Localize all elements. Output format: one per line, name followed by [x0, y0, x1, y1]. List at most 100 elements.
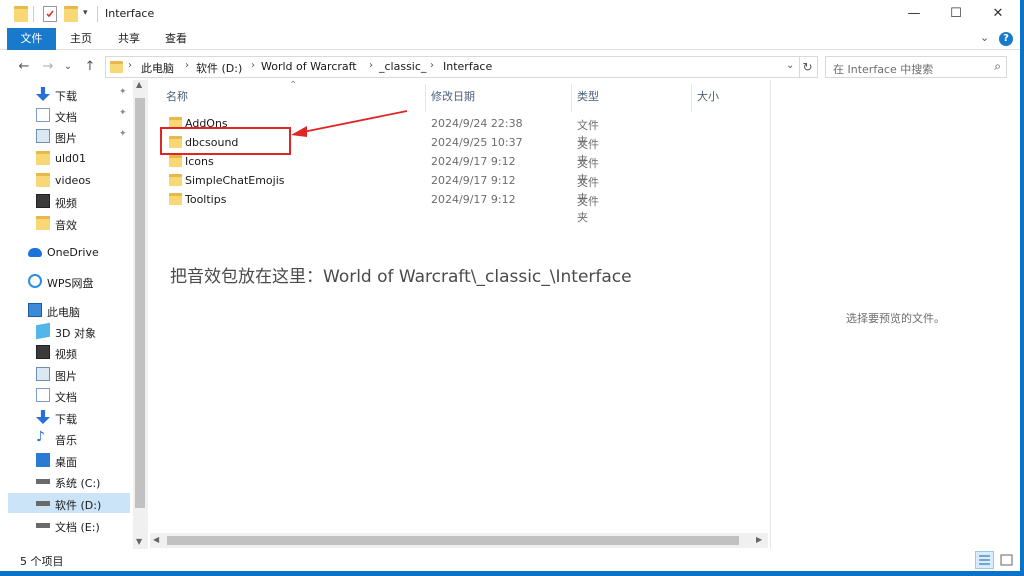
sidebar-item[interactable]: 软件 (D:) — [8, 493, 130, 513]
3d-objects-icon — [36, 322, 50, 340]
sidebar-item-label: 3D 对象 — [55, 327, 96, 340]
forward-arrow-icon[interactable]: → — [38, 57, 58, 77]
file-name: Tooltips — [185, 193, 227, 206]
file-type: 文件夹 — [577, 195, 599, 224]
drive-icon — [36, 523, 50, 528]
column-header-name[interactable]: 名称 — [166, 88, 188, 104]
sidebar-item[interactable]: 3D 对象 — [0, 321, 132, 341]
annotation-text: 把音效包放在这里：World of Warcraft\_classic_\Int… — [170, 267, 632, 287]
sidebar-item[interactable]: 视频 — [0, 342, 132, 362]
file-date: 2024/9/25 10:37 — [431, 136, 523, 149]
sidebar-item-label: 下载 — [55, 90, 77, 103]
refresh-icon[interactable]: ↻ — [798, 56, 818, 78]
search-icon[interactable]: ⌕ — [994, 59, 1001, 74]
minimize-button[interactable]: — — [893, 0, 935, 28]
recent-locations-chevron-icon[interactable]: ⌄ — [58, 57, 78, 77]
file-date: 2024/9/17 9:12 — [431, 193, 516, 206]
close-button[interactable]: ✕ — [977, 0, 1019, 28]
column-divider[interactable] — [571, 84, 572, 112]
sidebar-item-label: 软件 (D:) — [55, 499, 102, 512]
picture-icon — [36, 367, 50, 381]
sidebar-item[interactable]: 下载 — [0, 407, 132, 427]
divider — [33, 6, 34, 22]
customize-dropdown-icon[interactable]: ▾ — [83, 8, 91, 24]
pin-icon: ✦ — [119, 87, 127, 97]
pin-icon: ✦ — [119, 108, 127, 118]
scrollbar-thumb[interactable] — [167, 536, 739, 545]
sidebar-item[interactable]: 图片 — [0, 364, 132, 384]
breadcrumb-separator: › — [251, 60, 255, 71]
sidebar-item[interactable]: uld01 — [0, 148, 132, 168]
details-view-icon[interactable] — [975, 551, 994, 569]
sidebar-item[interactable]: 桌面 — [0, 450, 132, 470]
tab-share[interactable]: 共享 — [106, 28, 152, 50]
file-date: 2024/9/17 9:12 — [431, 155, 516, 168]
address-bar[interactable]: › 此电脑 › 软件 (D:) › World of Warcraft › _c… — [105, 56, 800, 78]
folder-icon — [169, 174, 182, 186]
sidebar-item[interactable]: 音效 — [0, 213, 132, 233]
breadcrumb-interface[interactable]: Interface — [443, 60, 492, 73]
list-item[interactable]: SimpleChatEmojis 2024/9/17 9:12 文件夹 — [164, 171, 604, 205]
highlight-box — [160, 127, 291, 155]
help-icon[interactable]: ? — [999, 32, 1013, 46]
column-header-type[interactable]: 类型 — [577, 88, 599, 104]
sidebar-item-label: 视频 — [55, 197, 77, 210]
maximize-button[interactable]: ☐ — [935, 0, 977, 28]
computer-icon — [28, 303, 42, 317]
sidebar-item[interactable]: 下载 ✦ — [0, 84, 132, 104]
sidebar-item[interactable]: WPS网盘 — [0, 271, 132, 291]
sidebar-item[interactable]: 视频 — [0, 191, 132, 211]
up-arrow-icon[interactable]: ↑ — [80, 57, 100, 77]
sidebar-item-label: 图片 — [55, 370, 77, 383]
address-dropdown-icon[interactable]: ⌄ — [786, 60, 794, 71]
folder-icon — [36, 151, 50, 165]
picture-icon — [36, 129, 50, 143]
pin-icon: ✦ — [119, 129, 127, 139]
status-bar: 5 个项目 — [0, 549, 1020, 571]
scroll-left-icon[interactable]: ◀ — [153, 535, 159, 544]
sidebar-item[interactable]: 此电脑 — [0, 300, 132, 320]
sidebar-item[interactable]: 文档 — [0, 385, 132, 405]
sidebar-item[interactable]: OneDrive — [0, 242, 132, 262]
sidebar-item[interactable]: 文档 (E:) — [0, 515, 132, 535]
properties-icon[interactable] — [43, 6, 57, 22]
chevron-down-icon[interactable]: ⌄ — [980, 31, 989, 44]
sidebar-item[interactable]: ♪ 音乐 — [0, 428, 132, 448]
drive-icon — [36, 501, 50, 506]
preview-message: 选择要预览的文件。 — [846, 312, 945, 325]
sort-ascending-icon: ⌃ — [289, 80, 298, 91]
tab-view[interactable]: 查看 — [153, 28, 199, 50]
breadcrumb-classic[interactable]: _classic_ — [379, 60, 426, 73]
scroll-right-icon[interactable]: ▶ — [756, 535, 762, 544]
sidebar-item[interactable]: 图片 ✦ — [0, 126, 132, 146]
column-header-date[interactable]: 修改日期 — [431, 88, 475, 104]
column-header-size[interactable]: 大小 — [697, 88, 719, 104]
sidebar-item[interactable]: videos — [0, 170, 132, 190]
breadcrumb-world-of-warcraft[interactable]: World of Warcraft — [261, 60, 357, 73]
back-arrow-icon[interactable]: ← — [14, 57, 34, 77]
sidebar-item[interactable]: 系统 (C:) — [0, 471, 132, 491]
list-item[interactable]: Tooltips 2024/9/17 9:12 文件夹 — [164, 190, 604, 224]
sidebar-item-label: OneDrive — [47, 246, 99, 259]
new-folder-icon[interactable] — [64, 6, 78, 22]
large-icons-view-icon[interactable] — [997, 551, 1016, 569]
tab-home[interactable]: 主页 — [58, 28, 104, 50]
sidebar-item[interactable]: 文档 ✦ — [0, 105, 132, 125]
sidebar-item-label: 视频 — [55, 348, 77, 361]
breadcrumb-this-pc[interactable]: 此电脑 — [141, 60, 174, 76]
file-date: 2024/9/24 22:38 — [431, 117, 523, 130]
tab-file[interactable]: 文件 — [7, 28, 56, 50]
download-icon — [36, 87, 50, 101]
sidebar-item-label: WPS网盘 — [47, 277, 94, 290]
column-divider[interactable] — [691, 84, 692, 112]
scroll-down-icon[interactable]: ▼ — [136, 537, 142, 546]
column-divider[interactable] — [425, 84, 426, 112]
preview-pane: 选择要预览的文件。 — [770, 80, 1020, 549]
desktop-icon — [36, 453, 50, 467]
search-input[interactable]: 在 Interface 中搜索 ⌕ — [825, 56, 1007, 78]
scroll-up-icon[interactable]: ▲ — [136, 80, 142, 89]
ribbon-tabs: 文件 主页 共享 查看 ⌄ ? — [0, 28, 1020, 50]
breadcrumb-drive-d[interactable]: 软件 (D:) — [196, 60, 242, 76]
scrollbar-thumb[interactable] — [135, 98, 145, 508]
sidebar-item-label: 此电脑 — [47, 306, 80, 319]
